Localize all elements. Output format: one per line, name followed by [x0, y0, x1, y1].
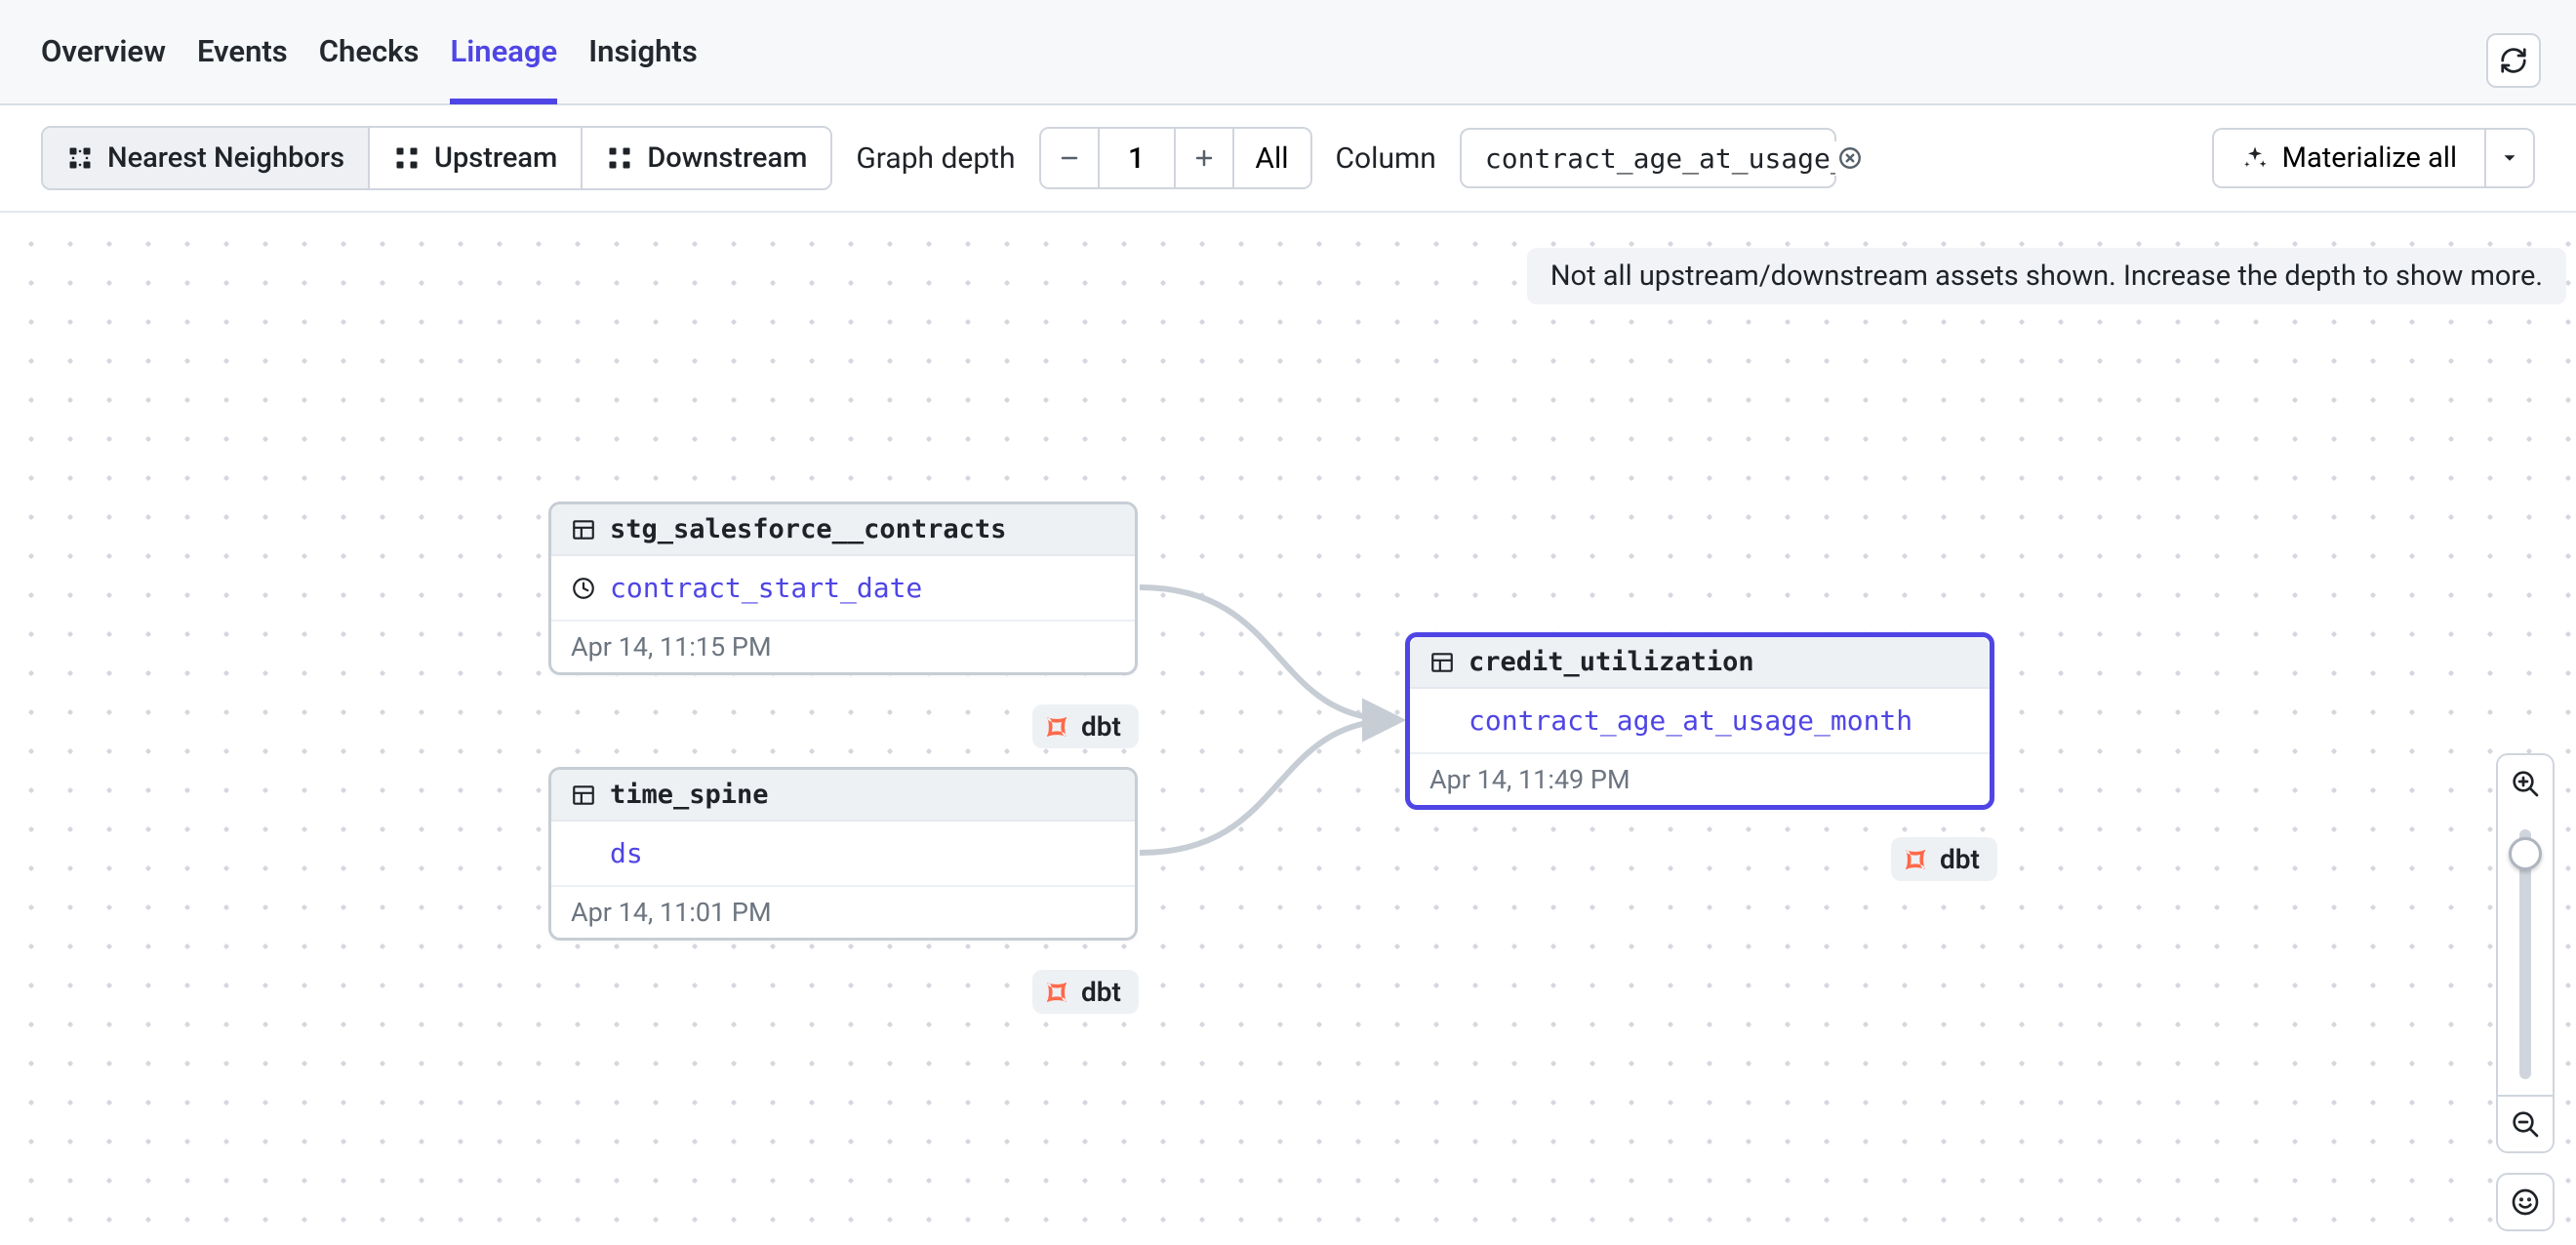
clear-icon [1837, 145, 1863, 171]
materialize-all-button[interactable]: Materialize all [2212, 128, 2484, 188]
sparkle-icon [2241, 144, 2269, 172]
dbt-badge[interactable]: dbt [1891, 837, 1997, 881]
feedback-button[interactable] [2496, 1173, 2555, 1231]
dbt-badge[interactable]: dbt [1032, 704, 1139, 748]
asset-node-stg-salesforce-contracts[interactable]: stg_salesforce__contracts contract_start… [548, 502, 1138, 675]
asset-node-timestamp: Apr 14, 11:15 PM [551, 622, 1135, 672]
dbt-badge[interactable]: dbt [1032, 970, 1139, 1014]
dbt-badge-label: dbt [1081, 976, 1121, 1008]
scope-nearest-label: Nearest Neighbors [107, 141, 344, 175]
lineage-toolbar: Nearest Neighbors Upstream Downstream Gr… [0, 105, 2576, 213]
asset-node-title: stg_salesforce__contracts [610, 514, 1006, 544]
asset-node-title: credit_utilization [1469, 647, 1754, 677]
tab-insights[interactable]: Insights [588, 0, 698, 104]
refresh-button[interactable] [2486, 33, 2541, 88]
column-filter[interactable] [1460, 128, 1836, 188]
table-icon [571, 783, 596, 808]
asset-node-column[interactable]: contract_age_at_usage_month [1410, 689, 1990, 754]
depth-value: 1 [1100, 129, 1176, 187]
scope-downstream-button[interactable]: Downstream [583, 128, 830, 188]
asset-node-header: time_spine [551, 770, 1135, 822]
asset-node-timestamp: Apr 14, 11:01 PM [551, 887, 1135, 938]
top-nav: Overview Events Checks Lineage Insights [0, 0, 2576, 105]
dbt-badge-label: dbt [1081, 710, 1121, 743]
scope-upstream-button[interactable]: Upstream [370, 128, 583, 188]
depth-all-button[interactable]: All [1234, 129, 1310, 187]
graph-icon [606, 144, 633, 172]
asset-node-column[interactable]: ds [551, 822, 1135, 887]
materialize-menu-button[interactable] [2484, 128, 2535, 188]
depth-decrement-button[interactable] [1041, 129, 1100, 187]
dbt-icon [1042, 978, 1071, 1007]
lineage-edges [0, 213, 2576, 1245]
asset-node-timestamp: Apr 14, 11:49 PM [1410, 754, 1990, 805]
asset-node-credit-utilization[interactable]: credit_utilization contract_age_at_usage… [1405, 632, 1994, 810]
dbt-icon [1042, 712, 1071, 742]
zoom-in-icon [2510, 768, 2541, 799]
depth-stepper: 1 All [1039, 127, 1312, 189]
graph-icon [393, 144, 421, 172]
asset-node-column-name: contract_age_at_usage_month [1469, 704, 1912, 737]
column-label: Column [1336, 141, 1436, 176]
zoom-in-button[interactable] [2496, 753, 2555, 812]
materialize-all-label: Materialize all [2282, 141, 2457, 175]
scope-segmented: Nearest Neighbors Upstream Downstream [41, 126, 832, 190]
dbt-icon [1901, 845, 1930, 874]
asset-node-column-name: ds [610, 837, 643, 869]
zoom-out-icon [2510, 1108, 2541, 1140]
asset-node-title: time_spine [610, 780, 769, 810]
asset-node-time-spine[interactable]: time_spine ds Apr 14, 11:01 PM [548, 767, 1138, 941]
table-icon [1429, 650, 1455, 675]
depth-label: Graph depth [856, 141, 1015, 176]
smile-icon [2510, 1186, 2541, 1218]
asset-node-column[interactable]: contract_start_date [551, 556, 1135, 622]
caret-down-icon [2499, 147, 2520, 169]
asset-node-column-name: contract_start_date [610, 572, 922, 604]
zoom-slider-thumb[interactable] [2509, 837, 2542, 870]
zoom-slider-track [2519, 829, 2531, 1079]
materialize-group: Materialize all [2212, 128, 2535, 188]
table-icon [571, 517, 596, 542]
asset-node-header: stg_salesforce__contracts [551, 504, 1135, 556]
tab-events[interactable]: Events [197, 0, 288, 104]
zoom-out-button[interactable] [2496, 1095, 2555, 1153]
lineage-canvas[interactable]: Not all upstream/downstream assets shown… [0, 213, 2576, 1245]
column-filter-clear-button[interactable] [1837, 143, 1863, 173]
refresh-icon [2499, 46, 2528, 75]
dbt-badge-label: dbt [1940, 843, 1980, 875]
clock-icon [571, 576, 596, 601]
zoom-slider[interactable] [2496, 812, 2555, 1095]
graph-icon [66, 144, 94, 172]
scope-nearest-button[interactable]: Nearest Neighbors [43, 128, 370, 188]
scope-downstream-label: Downstream [647, 141, 807, 175]
tab-lineage[interactable]: Lineage [450, 0, 557, 104]
depth-increment-button[interactable] [1176, 129, 1234, 187]
column-filter-input[interactable] [1483, 141, 1837, 176]
scope-upstream-label: Upstream [434, 141, 557, 175]
asset-node-header: credit_utilization [1410, 637, 1990, 689]
tab-checks[interactable]: Checks [319, 0, 420, 104]
depth-warning-banner: Not all upstream/downstream assets shown… [1527, 248, 2566, 304]
tab-overview[interactable]: Overview [41, 0, 166, 104]
